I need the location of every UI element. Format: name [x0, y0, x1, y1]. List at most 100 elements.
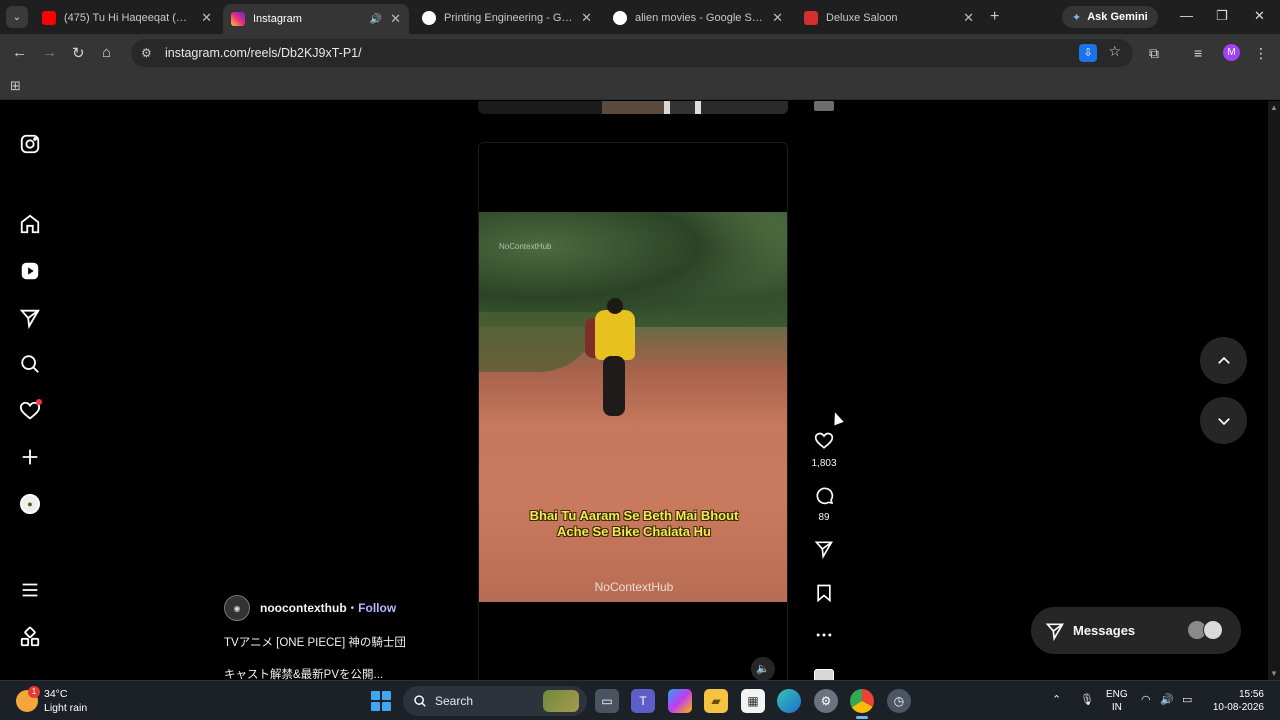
also-from-meta-icon[interactable] — [18, 625, 42, 649]
tab-alien-movies[interactable]: alien movies - Google Search ✕ — [605, 4, 791, 32]
ask-gemini-label: Ask Gemini — [1087, 11, 1148, 23]
more-menu-icon[interactable] — [18, 578, 42, 602]
previous-audio-thumbnail[interactable] — [814, 101, 834, 111]
subtitle-line-2: Ache Se Bike Chalata Hu — [557, 524, 711, 539]
creator-avatar[interactable]: ◉ — [224, 595, 250, 621]
direct-messages-icon[interactable] — [18, 306, 42, 330]
close-tab-icon[interactable]: ✕ — [963, 10, 974, 26]
save-button[interactable] — [804, 583, 844, 608]
taskbar-search[interactable]: Search — [403, 686, 587, 716]
bookmarks-bar: ⊞ — [0, 72, 1280, 100]
weather-widget[interactable]: 1 34°C Light rain — [16, 686, 88, 715]
bookmark-star-icon[interactable]: ☆ — [1108, 43, 1121, 60]
comment-button[interactable]: 89 — [804, 485, 844, 523]
messages-button[interactable]: Messages — [1031, 607, 1241, 654]
close-tab-icon[interactable]: ✕ — [772, 10, 783, 26]
app-with-notification-icon[interactable]: ◷ — [887, 689, 911, 713]
sidebar-nav: ● — [0, 101, 62, 680]
file-explorer-icon[interactable]: ▰ — [704, 689, 728, 713]
install-app-icon[interactable]: ⇩ — [1079, 44, 1097, 62]
ellipsis-icon — [816, 633, 832, 637]
audio-thumbnail[interactable] — [814, 669, 834, 680]
url-text[interactable]: instagram.com/reels/Db2KJ9xT-P1/ — [165, 46, 362, 60]
tab-printing-engineering[interactable]: Printing Engineering - Google ✕ — [414, 4, 600, 32]
windows-logo-tile — [382, 702, 391, 711]
site-info-icon[interactable]: ⚙ — [141, 46, 155, 60]
speaker-icon[interactable]: 🔊 — [370, 14, 382, 25]
minimize-button[interactable]: — — [1180, 8, 1193, 23]
weather-description: Light rain — [44, 702, 88, 714]
next-reel-button[interactable] — [1200, 397, 1247, 444]
instagram-logo-icon[interactable] — [18, 132, 42, 156]
chrome-icon[interactable] — [850, 689, 874, 719]
close-tab-icon[interactable]: ✕ — [390, 11, 401, 27]
reel-player[interactable]: NoContextHub Bhai Tu Aaram Se Beth Mai B… — [478, 142, 788, 680]
scroll-down-arrow-icon[interactable]: ▼ — [1270, 669, 1278, 678]
video-watermark-large: NoContextHub — [594, 580, 674, 594]
microphone-icon[interactable]: 🎙 — [1080, 693, 1094, 706]
like-button[interactable]: 1,803 — [804, 431, 844, 469]
create-plus-icon[interactable] — [18, 445, 42, 469]
messages-label: Messages — [1073, 623, 1136, 638]
extensions-icon[interactable]: ⧉ — [1149, 45, 1159, 62]
mute-toggle-icon[interactable]: 🔈 — [751, 657, 775, 680]
tab-instagram[interactable]: Instagram 🔊 ✕ — [223, 4, 409, 34]
more-menu-icon[interactable]: ⋮ — [1254, 45, 1268, 62]
follow-button[interactable]: Follow — [358, 601, 396, 615]
notifications-heart-icon[interactable] — [18, 399, 42, 423]
wifi-icon[interactable]: ◠ — [1141, 693, 1151, 706]
share-button[interactable] — [804, 539, 844, 564]
tab-search-button[interactable]: ⌄ — [6, 6, 28, 28]
home-icon[interactable] — [18, 212, 42, 236]
apps-grid-icon[interactable]: ⊞ — [10, 78, 21, 94]
deluxe-saloon-favicon-icon — [804, 11, 818, 25]
search-icon[interactable] — [18, 352, 42, 376]
settings-gear-icon[interactable]: ⚙ — [814, 689, 838, 713]
volume-icon[interactable]: 🔊 — [1160, 693, 1174, 706]
microsoft-store-icon[interactable]: ▦ — [741, 689, 765, 713]
reel-video[interactable]: NoContextHub Bhai Tu Aaram Se Beth Mai B… — [479, 212, 787, 602]
show-hidden-icons-chevron-up-icon[interactable]: ⌃ — [1052, 693, 1061, 706]
caption-line-2[interactable]: キャスト解禁&最新PVを公開... — [224, 666, 474, 680]
creator-username[interactable]: noocontexthub — [260, 601, 347, 615]
page-scrollbar[interactable]: ▲ ▼ — [1268, 101, 1280, 680]
reels-icon[interactable] — [18, 259, 42, 283]
task-view-icon[interactable]: ▭ — [595, 689, 619, 713]
back-arrow-icon[interactable]: ← — [12, 44, 27, 61]
google-favicon-icon — [613, 11, 627, 25]
teams-icon[interactable]: T — [631, 689, 655, 713]
windows-taskbar: 1 34°C Light rain Search ▭ T ▰ ▦ ⚙ ◷ ⌃ 🎙… — [0, 680, 1280, 720]
more-options-button[interactable] — [804, 625, 844, 650]
bookmark-icon — [817, 584, 831, 603]
tab-title: Instagram — [253, 13, 302, 25]
address-bar[interactable]: ⚙ instagram.com/reels/Db2KJ9xT-P1/ ⇩ ☆ — [131, 39, 1133, 67]
ask-gemini-button[interactable]: ✦ Ask Gemini — [1062, 6, 1158, 28]
close-tab-icon[interactable]: ✕ — [201, 10, 212, 26]
region-code: IN — [1111, 702, 1122, 713]
profile-avatar[interactable]: M — [1223, 44, 1240, 61]
new-tab-button[interactable]: + — [990, 8, 999, 26]
previous-reel-button[interactable] — [1200, 337, 1247, 384]
battery-icon[interactable]: ▭ — [1182, 693, 1192, 706]
forward-arrow-icon[interactable]: → — [42, 44, 57, 61]
media-control-icon[interactable]: ≡ — [1194, 45, 1202, 61]
instagram-favicon-icon — [231, 12, 245, 26]
edge-icon[interactable] — [777, 689, 801, 713]
system-clock[interactable]: 15:56 10-08-2026 — [1210, 688, 1264, 714]
tab-deluxe-saloon[interactable]: Deluxe Saloon ✕ — [796, 4, 982, 32]
youtube-favicon-icon — [42, 11, 56, 25]
start-button[interactable] — [371, 691, 391, 711]
previous-reel-thumbnail[interactable] — [478, 101, 788, 114]
weather-icon: 1 — [16, 686, 40, 712]
profile-icon[interactable]: ● — [18, 492, 42, 516]
close-window-button[interactable]: ✕ — [1254, 8, 1265, 24]
copilot-icon[interactable] — [668, 689, 692, 713]
maximize-button[interactable]: ❐ — [1216, 8, 1228, 24]
language-indicator[interactable]: ENG IN — [1106, 688, 1128, 714]
home-icon[interactable]: ⌂ — [102, 44, 111, 61]
tab-youtube[interactable]: (475) Tu Hi Haqeeqat (Reprise ✕ — [34, 4, 220, 32]
scroll-up-arrow-icon[interactable]: ▲ — [1270, 103, 1278, 112]
tab-title: (475) Tu Hi Haqeeqat (Reprise — [64, 12, 193, 24]
reload-icon[interactable]: ↻ — [72, 44, 85, 62]
close-tab-icon[interactable]: ✕ — [581, 10, 592, 26]
